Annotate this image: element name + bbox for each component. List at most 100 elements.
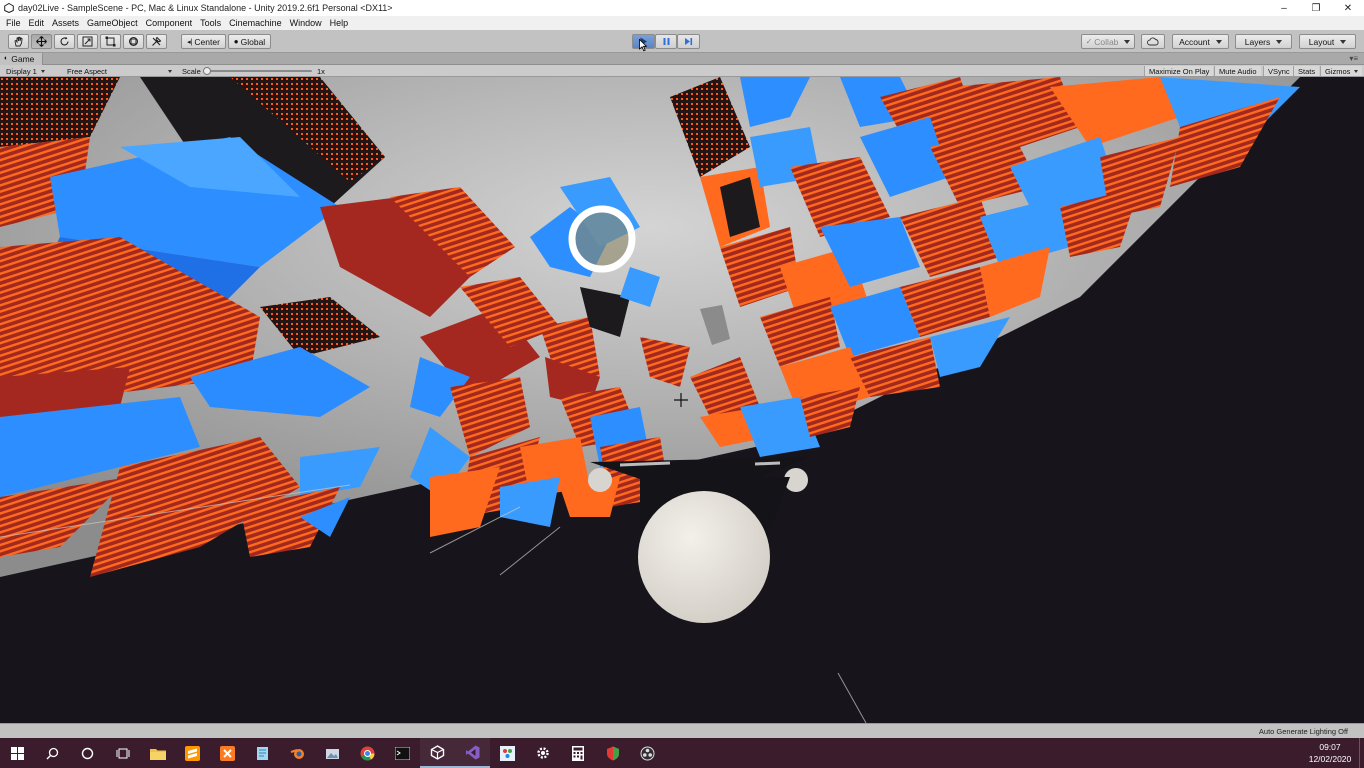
taskbar-paint[interactable] [490, 738, 525, 768]
search-button[interactable] [35, 738, 70, 768]
step-icon [685, 38, 693, 45]
display-label: Display 1 [6, 66, 37, 76]
global-label: Global [240, 36, 266, 47]
restore-button[interactable]: ❐ [1300, 0, 1332, 16]
system-clock[interactable]: 09:07 12/02/2020 [1301, 741, 1359, 765]
tab-game-label: Game [11, 53, 35, 64]
scale-label: Scale [182, 66, 201, 76]
hand-tool-button[interactable] [8, 34, 29, 49]
game-viewport[interactable] [0, 77, 1364, 723]
menu-cinemachine[interactable]: Cinemachine [225, 18, 286, 28]
taskbar-chrome[interactable] [350, 738, 385, 768]
scale-slider-knob[interactable] [203, 67, 211, 75]
tab-game[interactable]: ◐ Game [0, 52, 44, 65]
lighting-status[interactable]: Auto Generate Lighting Off [1259, 727, 1348, 736]
taskbar-visual-studio[interactable] [455, 738, 490, 768]
pivot-center-button[interactable]: ◂| Center [181, 34, 226, 49]
cortana-icon [81, 747, 94, 759]
rotate-icon [60, 36, 69, 46]
menu-file[interactable]: File [2, 18, 25, 28]
menu-assets[interactable]: Assets [48, 18, 83, 28]
ring-target [568, 205, 636, 273]
rect-tool-icon [105, 36, 116, 47]
pivot-global-button[interactable]: ● Global [228, 34, 271, 49]
blender-icon [290, 748, 304, 759]
taskbar-xampp[interactable] [210, 738, 245, 768]
display-dropdown[interactable]: Display 1 [2, 66, 60, 76]
sublime-text-icon [185, 745, 200, 761]
move-icon [36, 36, 47, 47]
taskbar-terminal[interactable] [385, 738, 420, 768]
transform-icon [129, 37, 138, 46]
folder-icon [149, 748, 166, 760]
cloud-icon [1147, 37, 1159, 46]
windows-logo-icon [11, 746, 24, 760]
unity-icon [430, 744, 445, 760]
collab-dropdown[interactable]: ✓ Collab [1081, 34, 1135, 49]
account-dropdown[interactable]: Account [1172, 34, 1229, 49]
shield-icon [606, 746, 619, 760]
vsync-toggle[interactable]: VSync [1263, 66, 1294, 76]
taskbar-file-explorer[interactable] [140, 738, 175, 768]
menu-component[interactable]: Component [142, 18, 197, 28]
terminal-icon [395, 746, 410, 760]
close-button[interactable]: ✕ [1332, 0, 1364, 16]
taskbar-photos[interactable] [315, 738, 350, 768]
taskbar-calculator[interactable] [560, 738, 595, 768]
menu-gameobject[interactable]: GameObject [83, 18, 142, 28]
menu-window[interactable]: Window [286, 18, 326, 28]
transform-tool-button[interactable] [123, 34, 144, 49]
task-view-icon [116, 748, 129, 758]
rotate-tool-button[interactable] [54, 34, 75, 49]
search-icon [46, 747, 59, 759]
gizmos-dropdown[interactable]: Gizmos [1320, 66, 1363, 76]
mute-audio-toggle[interactable]: Mute Audio [1214, 66, 1261, 76]
game-tab-row: ◐ Game ▾≡ [0, 52, 1364, 65]
taskbar-unity[interactable] [420, 738, 455, 768]
photos-icon [326, 748, 339, 759]
aspect-dropdown[interactable]: Free Aspect [63, 66, 176, 76]
menu-tools[interactable]: Tools [196, 18, 225, 28]
taskbar-sublime-text[interactable] [175, 738, 210, 768]
maximize-on-play-toggle[interactable]: Maximize On Play [1144, 66, 1214, 76]
minimize-button[interactable]: – [1268, 0, 1300, 16]
taskbar-blender[interactable] [280, 738, 315, 768]
mouse-cursor-icon [639, 39, 647, 52]
tools-icon [152, 36, 162, 46]
layout-dropdown[interactable]: Layout [1299, 34, 1356, 49]
layers-dropdown[interactable]: Layers [1235, 34, 1292, 49]
pause-button[interactable] [655, 34, 677, 49]
notepad-icon [257, 746, 268, 760]
tab-menu-icon[interactable]: ▾≡ [1349, 54, 1364, 63]
rect-tool-button[interactable] [100, 34, 121, 49]
xampp-icon [220, 745, 235, 761]
pivot-label: Center [194, 36, 220, 47]
taskbar-notepad[interactable] [245, 738, 280, 768]
visual-studio-icon [466, 745, 480, 759]
cloud-button[interactable] [1141, 34, 1165, 49]
title-bar: day02Live - SampleScene - PC, Mac & Linu… [0, 0, 1364, 16]
step-button[interactable] [677, 34, 700, 49]
cortana-button[interactable] [70, 738, 105, 768]
unity-logo-icon [3, 3, 14, 14]
taskbar-obs[interactable] [630, 738, 665, 768]
globe-icon: ● [233, 37, 239, 46]
stats-toggle[interactable]: Stats [1293, 66, 1320, 76]
taskbar-shield-app[interactable] [595, 738, 630, 768]
task-view-button[interactable] [105, 738, 140, 768]
layers-label: Layers [1244, 36, 1271, 47]
calculator-icon [571, 745, 584, 761]
menu-bar: File Edit Assets GameObject Component To… [0, 16, 1364, 30]
custom-tool-button[interactable] [146, 34, 167, 49]
move-tool-button[interactable] [31, 34, 52, 49]
menu-edit[interactable]: Edit [25, 18, 49, 28]
game-view-toolbar: Display 1 Free Aspect Scale 1x Maximize … [0, 65, 1364, 77]
menu-help[interactable]: Help [326, 18, 353, 28]
layout-label: Layout [1308, 36, 1335, 47]
start-button[interactable] [0, 738, 35, 768]
show-desktop-button[interactable] [1359, 738, 1364, 768]
scale-slider-track[interactable] [204, 70, 312, 72]
scale-tool-button[interactable] [77, 34, 98, 49]
taskbar-settings[interactable] [525, 738, 560, 768]
check-icon: ✓ [1085, 37, 1093, 46]
